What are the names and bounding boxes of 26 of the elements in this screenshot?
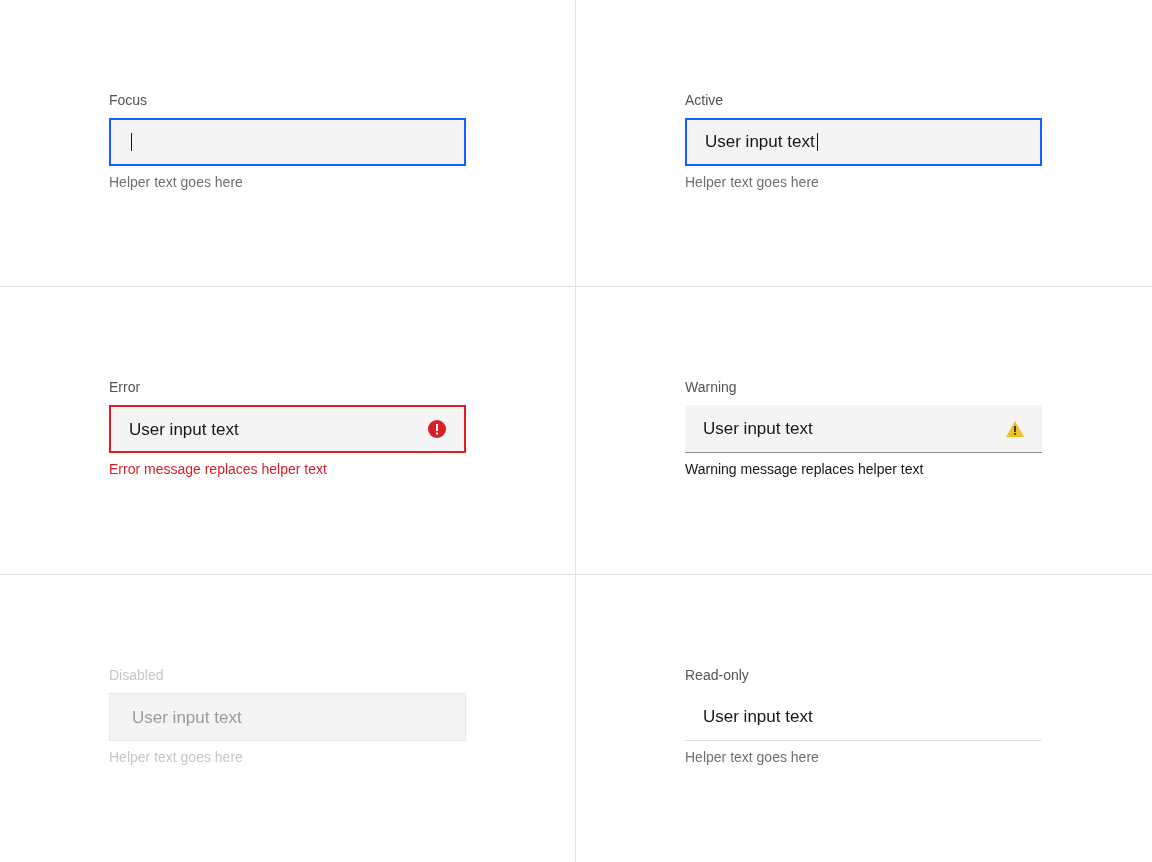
field-value: User input text	[703, 418, 813, 441]
field-value: User input text	[129, 418, 239, 441]
helper-text: Helper text goes here	[685, 173, 820, 192]
field-label: Error	[109, 378, 142, 397]
field-value: User input text	[703, 706, 813, 729]
warning-icon	[1006, 421, 1024, 437]
field-label: Disabled	[109, 666, 165, 685]
field-label: Warning	[685, 378, 738, 397]
input-field[interactable]: User input text	[109, 405, 466, 454]
helper-text: Helper text goes here	[685, 748, 820, 767]
input-field[interactable]: User input text	[685, 693, 1042, 742]
input-field[interactable]	[109, 118, 466, 167]
text-cursor	[816, 133, 818, 152]
validation-message: Warning message replaces helper text	[685, 460, 925, 479]
field-label: Read-only	[685, 666, 750, 685]
text-cursor	[131, 133, 132, 152]
validation-message: Error message replaces helper text	[109, 460, 328, 479]
field-value: User input text	[132, 706, 242, 729]
helper-text: Helper text goes here	[109, 748, 244, 767]
field-value: User input text	[705, 131, 815, 154]
error-icon	[428, 420, 446, 439]
field-label: Focus	[109, 91, 149, 110]
field-label: Active	[685, 91, 725, 110]
helper-text: Helper text goes here	[109, 173, 244, 192]
input-field[interactable]: User input text	[685, 118, 1042, 167]
input-field[interactable]: User input text	[685, 405, 1042, 454]
